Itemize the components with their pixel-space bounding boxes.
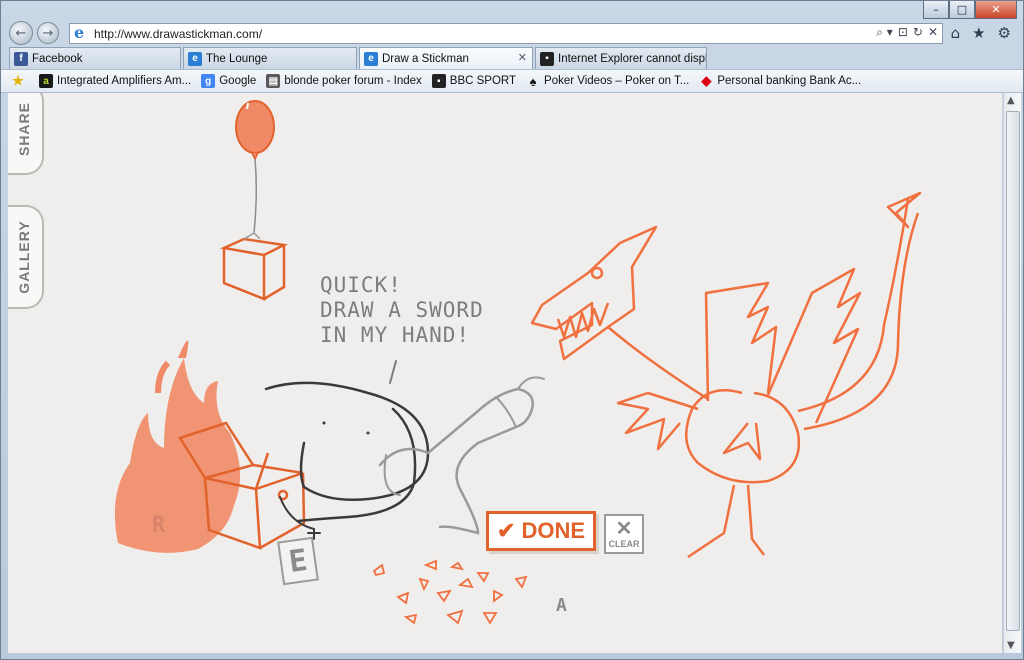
search-dropdown-icon[interactable]: ⌕ ▾ <box>876 25 893 40</box>
scroll-up-icon[interactable]: ▲ <box>1007 95 1015 106</box>
compatibility-view-icon[interactable]: ⊡ <box>898 25 908 40</box>
stickman-speech-text: QUICK! DRAW A SWORD IN MY HAND! <box>320 273 484 347</box>
tab-strip: f Facebook e The Lounge e Draw a Stickma… <box>9 47 709 69</box>
check-icon: ✔ <box>497 518 516 543</box>
letter-e[interactable]: E <box>277 536 319 586</box>
favorite-google[interactable]: g Google <box>201 74 256 88</box>
home-icon[interactable]: ⌂ <box>951 24 961 42</box>
ie-page-icon <box>74 23 90 42</box>
letter-r[interactable]: R <box>152 513 165 538</box>
hsbc-icon: ◆ <box>701 73 712 88</box>
favorites-star-icon[interactable]: ★ <box>972 24 985 42</box>
browser-window: – □ ✕ ← → http://www.drawastickman.com/ … <box>0 0 1024 660</box>
fire-drawing <box>114 340 241 553</box>
tab-label: Internet Explorer cannot displa... <box>558 52 706 65</box>
url-text[interactable]: http://www.drawastickman.com/ <box>94 27 262 41</box>
tab-label: The Lounge <box>206 52 268 65</box>
window-controls: – □ ✕ <box>923 1 1017 19</box>
tab-the-lounge[interactable]: e The Lounge <box>183 47 357 69</box>
site-icon: a <box>39 74 53 88</box>
tab-draw-a-stickman[interactable]: e Draw a Stickman ✕ <box>359 47 533 69</box>
hanging-box-drawing <box>219 232 289 301</box>
stickman-canvas[interactable]: SHARE GALLERY R E A QUICK! DRAW A SWORD … <box>8 93 1002 653</box>
balloon-drawing <box>235 100 275 234</box>
clear-x-icon: ✕ <box>615 518 633 540</box>
favorite-label: Google <box>219 75 257 87</box>
tab-ie-error[interactable]: ▪ Internet Explorer cannot displa... <box>535 47 707 69</box>
maximize-button[interactable]: □ <box>949 1 975 19</box>
favorite-label: Integrated Amplifiers Am... <box>57 75 192 87</box>
forward-button[interactable]: → <box>37 22 59 44</box>
done-button[interactable]: ✔ DONE <box>486 511 596 551</box>
favorite-label: Personal banking Bank Ac... <box>717 75 862 87</box>
facebook-icon: f <box>14 51 28 66</box>
add-favorite-button[interactable]: ★ <box>11 73 29 88</box>
clear-button[interactable]: ✕ CLEAR <box>604 514 644 554</box>
favorite-label: BBC SPORT <box>449 75 517 87</box>
favorite-label: blonde poker forum - Index <box>284 75 422 87</box>
ie-icon: e <box>188 51 202 66</box>
close-tab-icon[interactable]: ✕ <box>518 51 527 64</box>
gear-icon[interactable]: ⚙ <box>998 24 1011 42</box>
stop-icon[interactable]: ✕ <box>928 25 938 40</box>
refresh-icon[interactable]: ↻ <box>913 25 923 40</box>
favorites-bar: ★ a Integrated Amplifiers Am... g Google… <box>1 69 1023 93</box>
scroll-thumb[interactable] <box>1006 111 1020 631</box>
favorite-blonde-poker[interactable]: ▤ blonde poker forum - Index <box>266 74 422 88</box>
ie-icon: e <box>364 51 378 66</box>
address-bar[interactable]: http://www.drawastickman.com/ ⌕ ▾ ⊡ ↻ ✕ <box>69 23 943 44</box>
done-label: DONE <box>521 518 585 543</box>
back-arrow-icon: ← <box>15 25 27 41</box>
back-button[interactable]: ← <box>9 21 33 45</box>
minimize-button[interactable]: – <box>923 1 949 19</box>
scroll-down-icon[interactable]: ▼ <box>1007 640 1015 651</box>
page-icon: ▤ <box>266 74 281 88</box>
forward-arrow-icon: → <box>42 25 54 41</box>
sparks-drawing <box>372 559 528 625</box>
favorite-integrated-amplifiers[interactable]: a Integrated Amplifiers Am... <box>39 74 191 88</box>
browser-tools: ⌂ ★ ⚙ <box>951 24 1011 42</box>
favorite-bbc-sport[interactable]: ▪ BBC SPORT <box>431 74 517 88</box>
address-tools: ⌕ ▾ ⊡ ↻ ✕ <box>876 25 938 40</box>
google-icon: g <box>201 74 216 88</box>
bbc-icon: ▪ <box>540 51 554 66</box>
vertical-scrollbar[interactable]: ▲ ▼ <box>1003 93 1021 653</box>
letter-a[interactable]: A <box>556 595 567 616</box>
tab-label: Draw a Stickman <box>382 52 469 65</box>
favorite-poker-videos[interactable]: ♠ Poker Videos – Poker on T... <box>526 73 690 89</box>
tab-facebook[interactable]: f Facebook <box>9 47 181 69</box>
close-window-button[interactable]: ✕ <box>975 1 1017 19</box>
tab-label: Facebook <box>32 52 83 65</box>
spade-icon: ♠ <box>529 73 537 89</box>
clear-label: CLEAR <box>608 539 640 549</box>
favorites-star-icon: ★ <box>12 73 24 88</box>
favorite-label: Poker Videos – Poker on T... <box>544 75 690 87</box>
navigation-row: ← → http://www.drawastickman.com/ ⌕ ▾ ⊡ … <box>1 19 1023 47</box>
drawing-layer <box>114 100 922 625</box>
favorite-personal-banking[interactable]: ◆ Personal banking Bank Ac... <box>699 73 862 88</box>
dragon-drawing <box>530 191 922 559</box>
bbc-icon: ▪ <box>431 74 446 88</box>
